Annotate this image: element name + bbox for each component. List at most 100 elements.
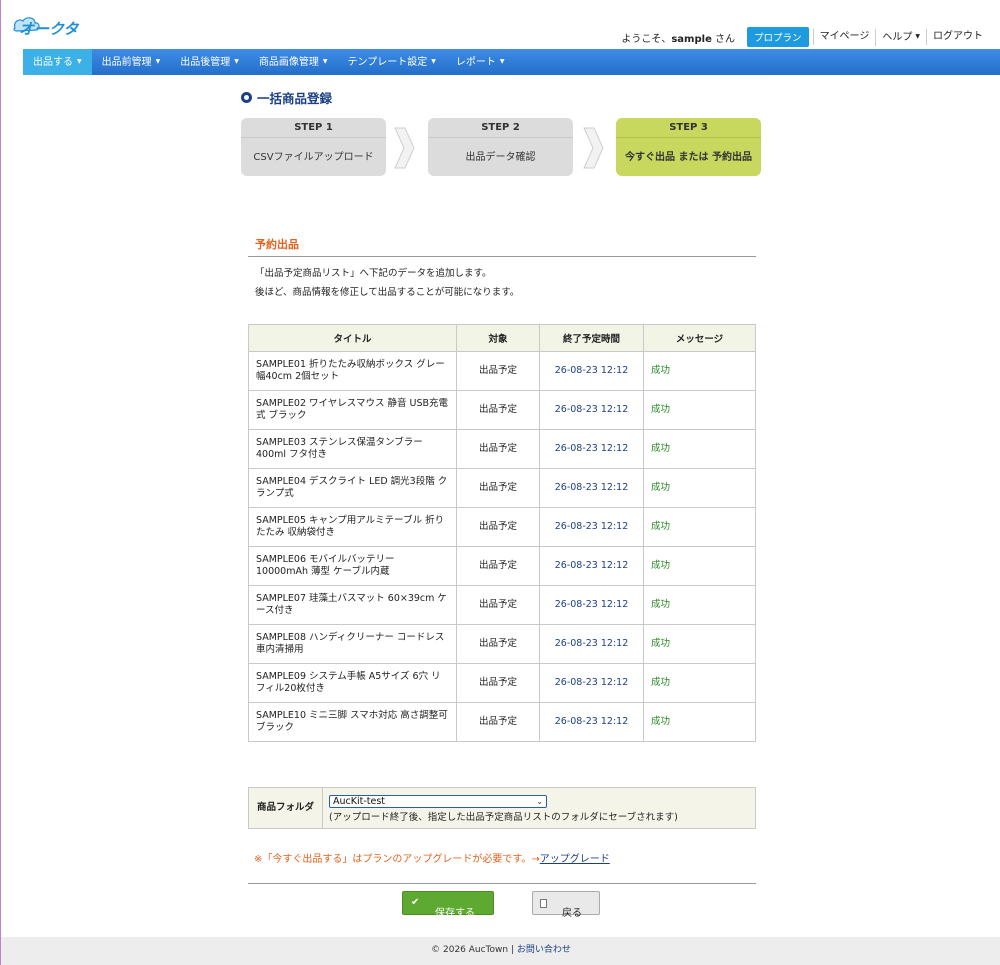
- cell-target: 出品予定: [456, 351, 540, 391]
- column-header-message: メッセージ: [643, 324, 756, 352]
- table-row: SAMPLE09 システム手帳 A5サイズ 6穴 リフィル20枚付き 出品予定 …: [248, 663, 756, 703]
- step-3-body: 今すぐ出品 または 予約出品: [625, 152, 752, 163]
- table-row: SAMPLE06 モバイルバッテリー 10000mAh 薄型 ケーブル内蔵 出品…: [248, 546, 756, 586]
- caret-down-icon: ▼: [499, 58, 505, 65]
- logo-graphic: オークタウン: [13, 17, 110, 38]
- contact-link[interactable]: お問い合わせ: [517, 945, 571, 955]
- cell-message: 成功: [643, 507, 756, 547]
- folder-select[interactable]: AucKit-test ⌄: [329, 795, 547, 808]
- cell-message: 成功: [643, 429, 756, 469]
- upgrade-link[interactable]: アップグレード: [540, 854, 610, 865]
- cell-target: 出品予定: [456, 702, 540, 742]
- cell-message: 成功: [643, 624, 756, 664]
- table-row: SAMPLE10 ミニ三脚 スマホ対応 高さ調整可 ブラック 出品予定 26-0…: [248, 702, 756, 742]
- help-menu[interactable]: ヘルプ ▼: [875, 28, 926, 46]
- cell-target: 出品予定: [456, 507, 540, 547]
- description-line-2: 後ほど、商品情報を修正して出品することが可能になります。: [255, 287, 520, 298]
- cell-target: 出品予定: [456, 663, 540, 703]
- check-icon: ✔: [411, 897, 420, 908]
- mypage-link[interactable]: マイページ: [812, 29, 876, 45]
- nav-item-templates[interactable]: テンプレート設定 ▼: [338, 49, 446, 75]
- table-row: SAMPLE07 珪藻土バスマット 60×39cm ケース付き 出品予定 26-…: [248, 585, 756, 625]
- cell-end-time: 26-08-23 12:12: [539, 546, 644, 586]
- caret-down-icon: ▼: [431, 58, 436, 65]
- save-button[interactable]: ✔ 保存する: [402, 891, 494, 919]
- table-row: SAMPLE03 ステンレス保温タンブラー 400ml フタ付き 出品予定 26…: [248, 429, 756, 469]
- cell-target: 出品予定: [456, 585, 540, 625]
- table-row: SAMPLE08 ハンディクリーナー コードレス 車内清掃用 出品予定 26-0…: [248, 624, 756, 664]
- footer: © 2026 AucTown | お問い合わせ: [1, 937, 1000, 965]
- logo-text: オークタウン: [19, 20, 81, 38]
- step-arrow-icon: [583, 127, 604, 169]
- cell-target: 出品予定: [456, 546, 540, 586]
- nav-item-listing[interactable]: 出品する ▼: [23, 49, 92, 75]
- description-line-1: 「出品予定商品リスト」へ下記のデータを追加します。: [255, 268, 492, 279]
- circle-bullet-icon: [241, 92, 252, 103]
- upgrade-note: ※「今すぐ出品する」はプランのアップグレードが必要です。→アップグレード: [254, 850, 610, 865]
- column-header-target: 対象: [456, 324, 540, 352]
- step-3: STEP 3 今すぐ出品 または 予約出品: [616, 118, 761, 176]
- divider: [248, 256, 756, 257]
- nav-item-post-listing[interactable]: 出品後管理 ▼: [170, 49, 249, 75]
- step-1-body: CSVファイルアップロード: [253, 152, 374, 163]
- upgrade-note-text: ※「今すぐ出品する」はプランのアップグレードが必要です。: [254, 854, 532, 865]
- logout-link[interactable]: ログアウト: [926, 29, 989, 45]
- step-3-head: STEP 3: [616, 118, 761, 138]
- cell-title: SAMPLE09 システム手帳 A5サイズ 6穴 リフィル20枚付き: [248, 663, 457, 703]
- cell-end-time: 26-08-23 12:12: [539, 585, 644, 625]
- arrow-right-icon: →: [531, 854, 540, 865]
- page-title: 一括商品登録: [241, 88, 332, 107]
- site-logo[interactable]: オークタウン: [11, 12, 110, 40]
- folder-note: (アップロード終了後、指定した出品予定商品リストのフォルダにセーブされます): [329, 812, 678, 823]
- cell-title: SAMPLE02 ワイヤレスマウス 静音 USB充電式 ブラック: [248, 390, 457, 430]
- folder-select-value: AucKit-test: [333, 796, 386, 807]
- cell-title: SAMPLE06 モバイルバッテリー 10000mAh 薄型 ケーブル内蔵: [248, 546, 457, 586]
- table-row: SAMPLE05 キャンプ用アルミテーブル 折りたたみ 収納袋付き 出品予定 2…: [248, 507, 756, 547]
- cell-message: 成功: [643, 585, 756, 625]
- nav-item-reports[interactable]: レポート ▼: [446, 49, 515, 75]
- cell-target: 出品予定: [456, 624, 540, 664]
- cell-message: 成功: [643, 663, 756, 703]
- nav-item-pre-listing[interactable]: 出品前管理 ▼: [92, 49, 171, 75]
- cell-end-time: 26-08-23 12:12: [539, 663, 644, 703]
- cell-message: 成功: [643, 390, 756, 430]
- cell-target: 出品予定: [456, 390, 540, 430]
- cell-end-time: 26-08-23 12:12: [539, 624, 644, 664]
- cell-title: SAMPLE04 デスクライト LED 調光3段階 クランプ式: [248, 468, 457, 508]
- caret-down-icon: ▼: [234, 58, 239, 65]
- step-arrow-icon: [394, 127, 415, 169]
- cell-end-time: 26-08-23 12:12: [539, 507, 644, 547]
- cell-title: SAMPLE05 キャンプ用アルミテーブル 折りたたみ 収納袋付き: [248, 507, 457, 547]
- user-nav: ようこそ、sample さん プロプラン マイページ ヘルプ ▼ ログアウト: [621, 27, 989, 47]
- folder-row: 商品フォルダ AucKit-test ⌄ (アップロード終了後、指定した出品予定…: [248, 787, 756, 829]
- page-title-text: 一括商品登録: [257, 91, 333, 106]
- step-1-head: STEP 1: [241, 118, 386, 138]
- pro-plan-badge[interactable]: プロプラン: [747, 27, 809, 47]
- caret-down-icon: ▼: [77, 58, 82, 65]
- back-button[interactable]: 戻る: [532, 891, 600, 919]
- table-row: SAMPLE02 ワイヤレスマウス 静音 USB充電式 ブラック 出品予定 26…: [248, 390, 756, 430]
- divider: [248, 883, 756, 884]
- nav-item-images[interactable]: 商品画像管理 ▼: [249, 49, 338, 75]
- cell-title: SAMPLE10 ミニ三脚 スマホ対応 高さ調整可 ブラック: [248, 702, 457, 742]
- cell-message: 成功: [643, 351, 756, 391]
- results-table: タイトル 対象 終了予定時間 メッセージ SAMPLE01 折りたたみ収納ボック…: [248, 324, 756, 742]
- cell-end-time: 26-08-23 12:12: [539, 702, 644, 742]
- step-2-head: STEP 2: [428, 118, 573, 138]
- cell-title: SAMPLE01 折りたたみ収納ボックス グレー 幅40cm 2個セット: [248, 351, 457, 391]
- cell-message: 成功: [643, 468, 756, 508]
- cell-title: SAMPLE07 珪藻土バスマット 60×39cm ケース付き: [248, 585, 457, 625]
- cell-end-time: 26-08-23 12:12: [539, 468, 644, 508]
- folder-cell: AucKit-test ⌄ (アップロード終了後、指定した出品予定商品リストのフ…: [323, 788, 678, 828]
- document-icon: [540, 899, 547, 908]
- cell-end-time: 26-08-23 12:12: [539, 390, 644, 430]
- cell-title: SAMPLE03 ステンレス保温タンブラー 400ml フタ付き: [248, 429, 457, 469]
- main-nav: 出品する ▼ 出品前管理 ▼ 出品後管理 ▼ 商品画像管理 ▼ テンプレート設定 ▼ レポ…: [23, 49, 1000, 75]
- save-button-label: 保存する: [435, 908, 475, 919]
- column-header-title: タイトル: [248, 324, 457, 352]
- cell-end-time: 26-08-23 12:12: [539, 351, 644, 391]
- folder-label: 商品フォルダ: [249, 788, 323, 828]
- caret-down-icon: ▼: [322, 58, 328, 65]
- step-2: STEP 2 出品データ確認: [428, 118, 573, 176]
- table-row: SAMPLE04 デスクライト LED 調光3段階 クランプ式 出品予定 26-…: [248, 468, 756, 508]
